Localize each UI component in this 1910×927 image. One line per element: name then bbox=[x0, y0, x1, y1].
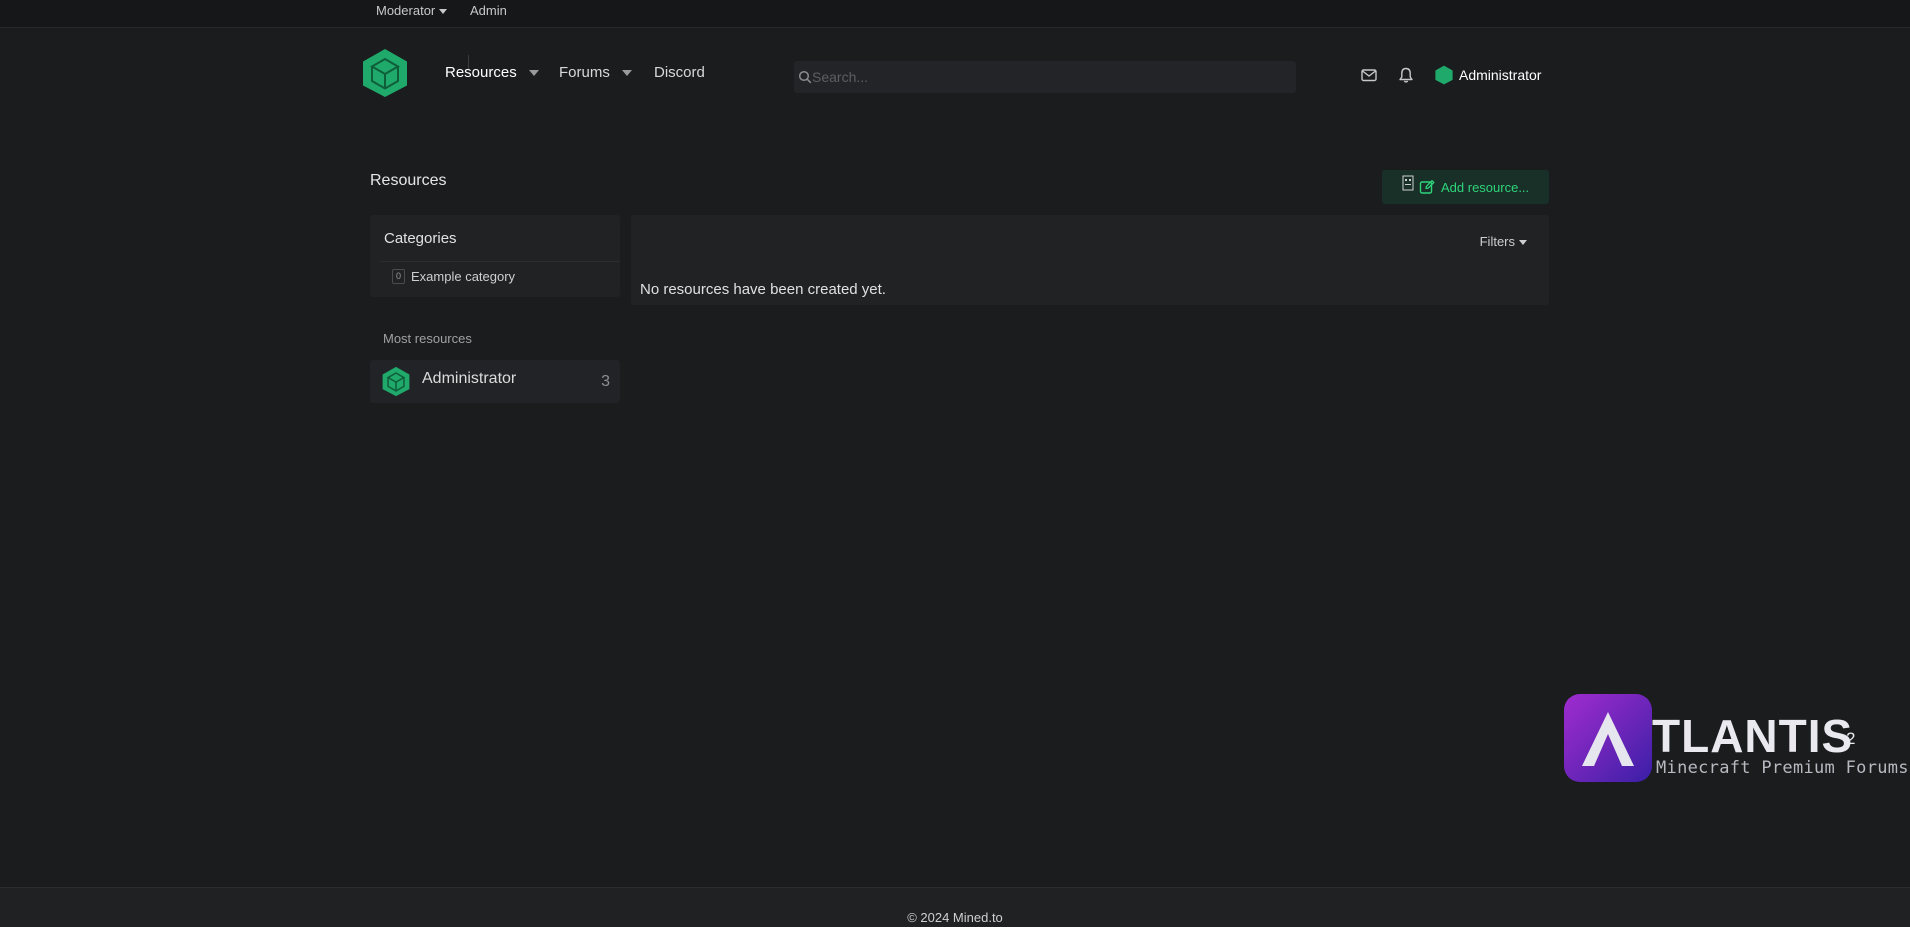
watermark-title: TLANTIS bbox=[1652, 710, 1854, 762]
footer-copyright: © 2024 Mined.to bbox=[907, 910, 1003, 925]
nav-forums-label: Forums bbox=[559, 64, 610, 81]
watermark-superscript: 2 bbox=[1846, 729, 1856, 748]
staff-bar: Moderator Admin bbox=[0, 0, 1910, 28]
resource-list-panel: Filters No resources have been created y… bbox=[631, 215, 1549, 305]
filters-label: Filters bbox=[1479, 234, 1515, 249]
admin-link[interactable]: Admin bbox=[470, 0, 507, 22]
site-logo-icon[interactable] bbox=[362, 48, 408, 98]
categories-title: Categories bbox=[384, 230, 457, 247]
page-title: Resources bbox=[370, 172, 447, 189]
nav-resources[interactable]: Resources bbox=[445, 64, 539, 81]
user-name: Administrator bbox=[1459, 67, 1542, 83]
moderator-label: Moderator bbox=[376, 3, 436, 18]
atlantis-logo bbox=[1564, 694, 1652, 782]
nav-forums[interactable]: Forums bbox=[559, 64, 632, 81]
nav-divider bbox=[468, 55, 469, 69]
edit-icon bbox=[1419, 180, 1435, 194]
most-resources-count: 3 bbox=[601, 373, 610, 390]
bell-icon[interactable] bbox=[1397, 66, 1417, 86]
filters-menu[interactable]: Filters bbox=[1480, 234, 1527, 249]
chevron-down-icon bbox=[621, 70, 632, 77]
categories-panel: Categories 0 Example category bbox=[370, 215, 620, 297]
nav-resources-label: Resources bbox=[445, 64, 517, 81]
most-resources-item[interactable]: Administrator 3 bbox=[370, 360, 620, 403]
category-count-badge: 0 bbox=[392, 269, 405, 284]
atlantis-a-icon bbox=[1582, 712, 1634, 766]
watermark-subtitle: Minecraft Premium Forums bbox=[1656, 758, 1909, 778]
avatar-icon bbox=[1435, 65, 1453, 85]
chevron-down-icon bbox=[528, 70, 539, 77]
avatar-icon bbox=[382, 366, 410, 397]
chevron-down-icon bbox=[439, 9, 448, 15]
most-resources-title: Most resources bbox=[383, 331, 472, 346]
search-icon bbox=[798, 70, 812, 84]
empty-state-message: No resources have been created yet. bbox=[640, 281, 886, 298]
moderator-menu[interactable]: Moderator bbox=[376, 0, 448, 22]
chevron-down-icon bbox=[1519, 240, 1527, 246]
mail-icon[interactable] bbox=[1360, 66, 1380, 86]
form-icon bbox=[1402, 175, 1414, 191]
user-menu[interactable]: Administrator bbox=[1435, 65, 1541, 85]
footer: © 2024 Mined.to bbox=[0, 887, 1910, 927]
divider bbox=[380, 261, 620, 262]
search-box[interactable] bbox=[794, 61, 1296, 93]
nav-discord[interactable]: Discord bbox=[654, 64, 705, 81]
category-item[interactable]: 0 Example category bbox=[392, 269, 515, 284]
add-resource-button[interactable]: Add resource... bbox=[1382, 170, 1549, 204]
add-resource-label: Add resource... bbox=[1441, 179, 1530, 195]
search-input[interactable] bbox=[812, 61, 1282, 93]
most-resources-user-name: Administrator bbox=[422, 370, 517, 387]
category-label: Example category bbox=[411, 269, 516, 284]
